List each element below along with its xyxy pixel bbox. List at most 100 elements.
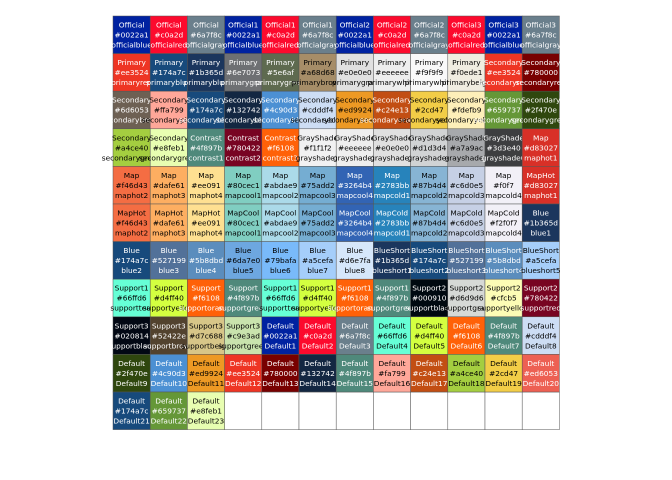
empty-cell	[224, 391, 263, 430]
swatch-hex: #f0f7	[493, 181, 514, 190]
swatch-name: Primary	[229, 58, 258, 67]
swatch-label: mapcool4	[337, 229, 374, 238]
swatch-label: mapcool2	[262, 229, 298, 238]
swatch-label: mapcold2	[411, 191, 447, 200]
swatch-name: Secondary	[149, 133, 189, 142]
swatch-name: GrayShade	[483, 133, 524, 142]
swatch-name: Default	[490, 321, 517, 330]
swatch-label: Default7	[488, 341, 520, 350]
swatch-name: Support2	[487, 284, 521, 293]
swatch-hex: #527199	[449, 256, 484, 265]
swatch-name: Blue	[123, 246, 140, 255]
swatch-label: Default13	[262, 379, 299, 388]
swatch-label: supportred	[521, 304, 562, 313]
swatch-hex: #ee091	[191, 219, 221, 228]
swatch-hex: #ffa799	[154, 106, 184, 115]
swatch-cell: Default#174a7cDefault21	[112, 391, 151, 430]
empty-cell	[521, 391, 560, 430]
swatch-name: Contrast	[190, 133, 222, 142]
swatch-cell: Default#4f897bDefault7	[484, 316, 523, 355]
swatch-cell: MapCool#80cec1mapcool1	[224, 203, 263, 242]
swatch-hex: #f6108	[453, 331, 481, 340]
swatch-name: GrayShade	[372, 133, 413, 142]
swatch-cell: Official2#6a7f8cofficialgray	[409, 15, 451, 54]
swatch-hex: #780000	[263, 369, 298, 378]
swatch-hex: #4f897b	[339, 369, 372, 378]
swatch-label: Default1	[265, 341, 297, 350]
swatch-label: blue5	[233, 266, 254, 275]
swatch-hex: #c0a2d	[266, 31, 295, 40]
swatch-name: MapHot	[117, 209, 146, 218]
swatch-name: Support3	[152, 321, 186, 330]
swatch-cell: Blue#527199blue3	[149, 241, 188, 280]
swatch-label: officialgray	[186, 41, 228, 50]
swatch-cell: Blue#6da7e0blue5	[224, 241, 263, 280]
swatch-label: officialblue	[335, 41, 376, 50]
swatch-name: Secondary	[372, 96, 412, 105]
swatch-cell: Default#6a7f8cDefault3	[335, 316, 374, 355]
swatch-name: Official	[193, 21, 219, 30]
swatch-name: Map	[161, 171, 177, 180]
swatch-hex: #2cd47	[415, 106, 444, 115]
swatch-cell: Default#a4ce40Default18	[447, 354, 486, 393]
swatch-name: MapHot	[527, 171, 556, 180]
swatch-label: Default5	[413, 341, 445, 350]
swatch-name: Secondary	[186, 96, 226, 105]
color-palette-grid: Official#0022a1officialblue Official #c0a2…	[101, 15, 571, 430]
swatch-label: maphot2	[115, 191, 148, 200]
swatch-hex: #d83027	[524, 181, 559, 190]
swatch-hex: #174a7c	[412, 256, 446, 265]
swatch-name: Map	[310, 171, 326, 180]
swatch-hex: #0022a1	[486, 31, 521, 40]
swatch-label: blueshort1	[372, 266, 412, 275]
swatch-cell: MapCold#87b4d4mapcold2	[410, 203, 449, 242]
swatch-cell: Official#0022a1officialblue	[111, 15, 152, 54]
swatch-name: Primary	[155, 58, 184, 67]
swatch-label: maphot4	[189, 229, 223, 238]
swatch-name: MapCold	[376, 209, 408, 218]
swatch-name: Support1	[301, 284, 335, 293]
swatch-label: Default18	[448, 379, 485, 388]
swatch-name: Secondary	[149, 96, 189, 105]
swatch-cell: Default#2f470eDefault9	[112, 354, 151, 393]
swatch-hex: #ee3524	[487, 68, 521, 77]
swatch-hex: #6da7e0	[226, 256, 260, 265]
swatch-name: Secondary	[298, 96, 338, 105]
swatch-hex: #d4ff40	[154, 294, 184, 303]
swatch-label: officialgray	[409, 41, 451, 50]
swatch-name: Support1	[338, 284, 372, 293]
swatch-name: Support	[191, 284, 220, 293]
swatch-cell: Map#ee091maphot4	[187, 166, 225, 205]
swatch-cell: Blue#1b365dblue1	[521, 203, 560, 242]
swatch-label: secondarygreen	[511, 116, 571, 125]
swatch-name: Official2	[340, 21, 370, 30]
swatch-name: Default	[192, 397, 219, 406]
swatch-name: Official1	[228, 21, 259, 30]
swatch-label: Default3	[339, 341, 371, 350]
swatch-label: blue2	[121, 266, 142, 275]
swatch-name: Official3	[526, 21, 557, 30]
swatch-cell: Default#4c90d3Default10	[149, 354, 188, 393]
swatch-hex: #fdefb9	[451, 106, 481, 115]
swatch-label: officialgray	[520, 41, 562, 50]
swatch-cell: Support2#780422supportred	[521, 278, 562, 318]
swatch-hex: #79bafa	[264, 256, 296, 265]
swatch-name: Secondary	[447, 96, 487, 105]
swatch-cell: Default#4f897bDefault15	[335, 354, 374, 393]
swatch-label: Default2	[302, 341, 334, 350]
swatch-cell: Map#abdae9mapcool2	[261, 166, 300, 205]
swatch-label: blue6	[270, 266, 291, 275]
swatch-hex: #e0e0e0	[338, 68, 372, 77]
swatch-name: Default	[527, 359, 554, 368]
swatch-label: blueshort5	[521, 266, 561, 275]
swatch-hex: #66ffd6	[265, 294, 295, 303]
swatch-name: Secondary	[521, 58, 561, 67]
swatch-hex: #174a7c	[115, 256, 149, 265]
swatch-name: Default	[155, 359, 182, 368]
swatch-cell: Default#0022a1Default1	[261, 316, 300, 355]
swatch-label: grayshade6	[482, 153, 526, 162]
swatch-name: Secondary	[112, 96, 152, 105]
swatch-cell: Default#fa799Default16	[373, 354, 411, 393]
swatch-cell: Blue#5b8dbdblue4	[187, 241, 225, 280]
swatch-label: Default8	[525, 341, 557, 350]
